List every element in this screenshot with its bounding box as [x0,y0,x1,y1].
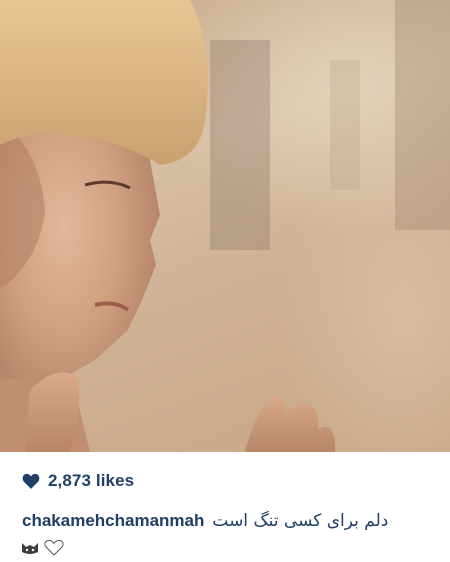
caption-emoji-row [20,539,64,556]
post-meta: 2,873 likes chakamehchamanmah دلم برای ک… [0,452,450,562]
likes-count[interactable]: 2,873 likes [48,471,134,491]
caption-text: دلم برای کسی تنگ است [212,511,389,531]
white-heart-emoji-icon [44,539,64,556]
likes-row[interactable]: 2,873 likes [22,471,134,491]
post-photo[interactable] [0,0,450,452]
caption-row: chakamehchamanmah دلم برای کسی تنگ است [22,511,388,531]
post-photo-art [0,0,450,452]
heart-icon[interactable] [22,473,40,489]
username-link[interactable]: chakamehchamanmah [22,511,204,531]
hugging-face-emoji-icon [20,540,40,556]
